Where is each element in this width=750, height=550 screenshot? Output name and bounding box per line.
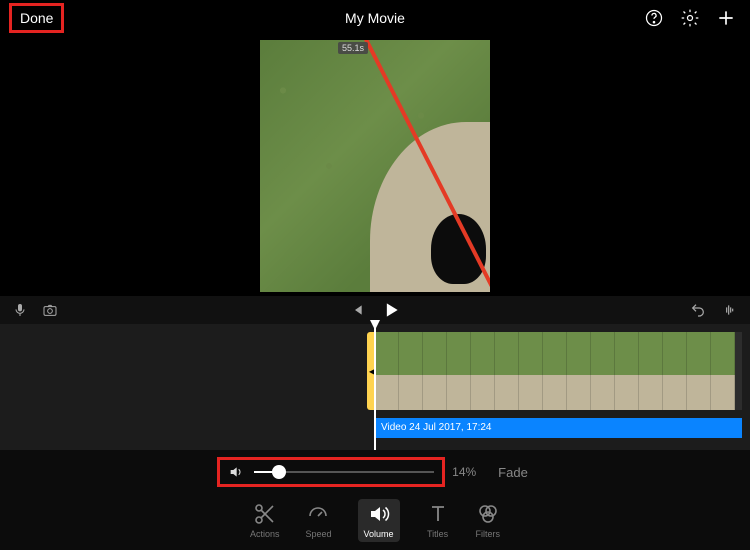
volume-slider-knob[interactable] (272, 465, 286, 479)
tool-speed-label: Speed (305, 529, 331, 539)
fade-button[interactable]: Fade (498, 465, 528, 480)
imovie-editor: Done My Movie 55.1s (0, 0, 750, 550)
preview-area: 55.1s (0, 36, 750, 296)
tool-filters[interactable]: Filters (476, 502, 501, 539)
tool-actions-label: Actions (250, 529, 280, 539)
transport-center (349, 300, 401, 320)
tool-titles[interactable]: Titles (426, 502, 450, 539)
timeline-content: Video 24 Jul 2017, 17:24 (375, 324, 750, 450)
settings-icon[interactable] (680, 8, 700, 28)
done-button[interactable]: Done (14, 8, 59, 28)
clip-thumbnail (663, 332, 687, 410)
tool-speed[interactable]: Speed (305, 502, 331, 539)
clip-thumbnail (591, 332, 615, 410)
text-icon (426, 502, 450, 526)
header-right (596, 8, 736, 28)
volume-panel: 14% Fade (0, 450, 750, 494)
clip-thumbnail (447, 332, 471, 410)
clip-thumbnail (423, 332, 447, 410)
tool-filters-label: Filters (476, 529, 501, 539)
tool-volume-label: Volume (364, 529, 394, 539)
audio-clip[interactable]: Video 24 Jul 2017, 17:24 (375, 418, 742, 438)
tool-titles-label: Titles (427, 529, 448, 539)
tool-volume[interactable]: Volume (358, 499, 400, 542)
clip-thumbnail (639, 332, 663, 410)
transport-right (690, 302, 738, 318)
clip-thumbnail (519, 332, 543, 410)
tool-actions[interactable]: Actions (250, 502, 280, 539)
clip-thumbnail (567, 332, 591, 410)
volume-slider-group (222, 462, 440, 482)
filters-icon (476, 502, 500, 526)
header-left: Done (14, 8, 154, 28)
clip-thumbnail (687, 332, 711, 410)
volume-percent: 14% (452, 465, 486, 479)
timeline[interactable]: Video 24 Jul 2017, 17:24 (0, 324, 750, 450)
timecode-badge: 55.1s (338, 42, 368, 54)
camera-icon[interactable] (42, 302, 58, 318)
clip-thumbnail (495, 332, 519, 410)
transport-bar (0, 296, 750, 324)
clip-thumbnail (543, 332, 567, 410)
speedometer-icon (306, 502, 330, 526)
undo-icon[interactable] (690, 302, 706, 318)
playhead[interactable] (374, 324, 376, 450)
video-frame: 55.1s (260, 40, 490, 292)
clip-thumbnail (711, 332, 735, 410)
clip-thumbnail (471, 332, 495, 410)
scissors-icon (253, 502, 277, 526)
project-title: My Movie (345, 10, 405, 26)
microphone-icon[interactable] (12, 302, 28, 318)
clip-thumbnail (375, 332, 399, 410)
volume-icon (367, 502, 391, 526)
speaker-icon[interactable] (228, 464, 244, 480)
tool-bar: Actions Speed Volume Titles Filters (0, 494, 750, 550)
add-icon[interactable] (716, 8, 736, 28)
help-icon[interactable] (644, 8, 664, 28)
clip-thumbnail (399, 332, 423, 410)
clip-thumbnail (615, 332, 639, 410)
header-bar: Done My Movie (0, 0, 750, 36)
transport-left (12, 302, 58, 318)
video-clip[interactable] (375, 332, 742, 410)
waveform-icon[interactable] (722, 302, 738, 318)
volume-slider[interactable] (254, 471, 434, 473)
timeline-empty-left (0, 324, 375, 450)
play-icon[interactable] (381, 300, 401, 320)
skip-start-icon[interactable] (349, 302, 365, 318)
